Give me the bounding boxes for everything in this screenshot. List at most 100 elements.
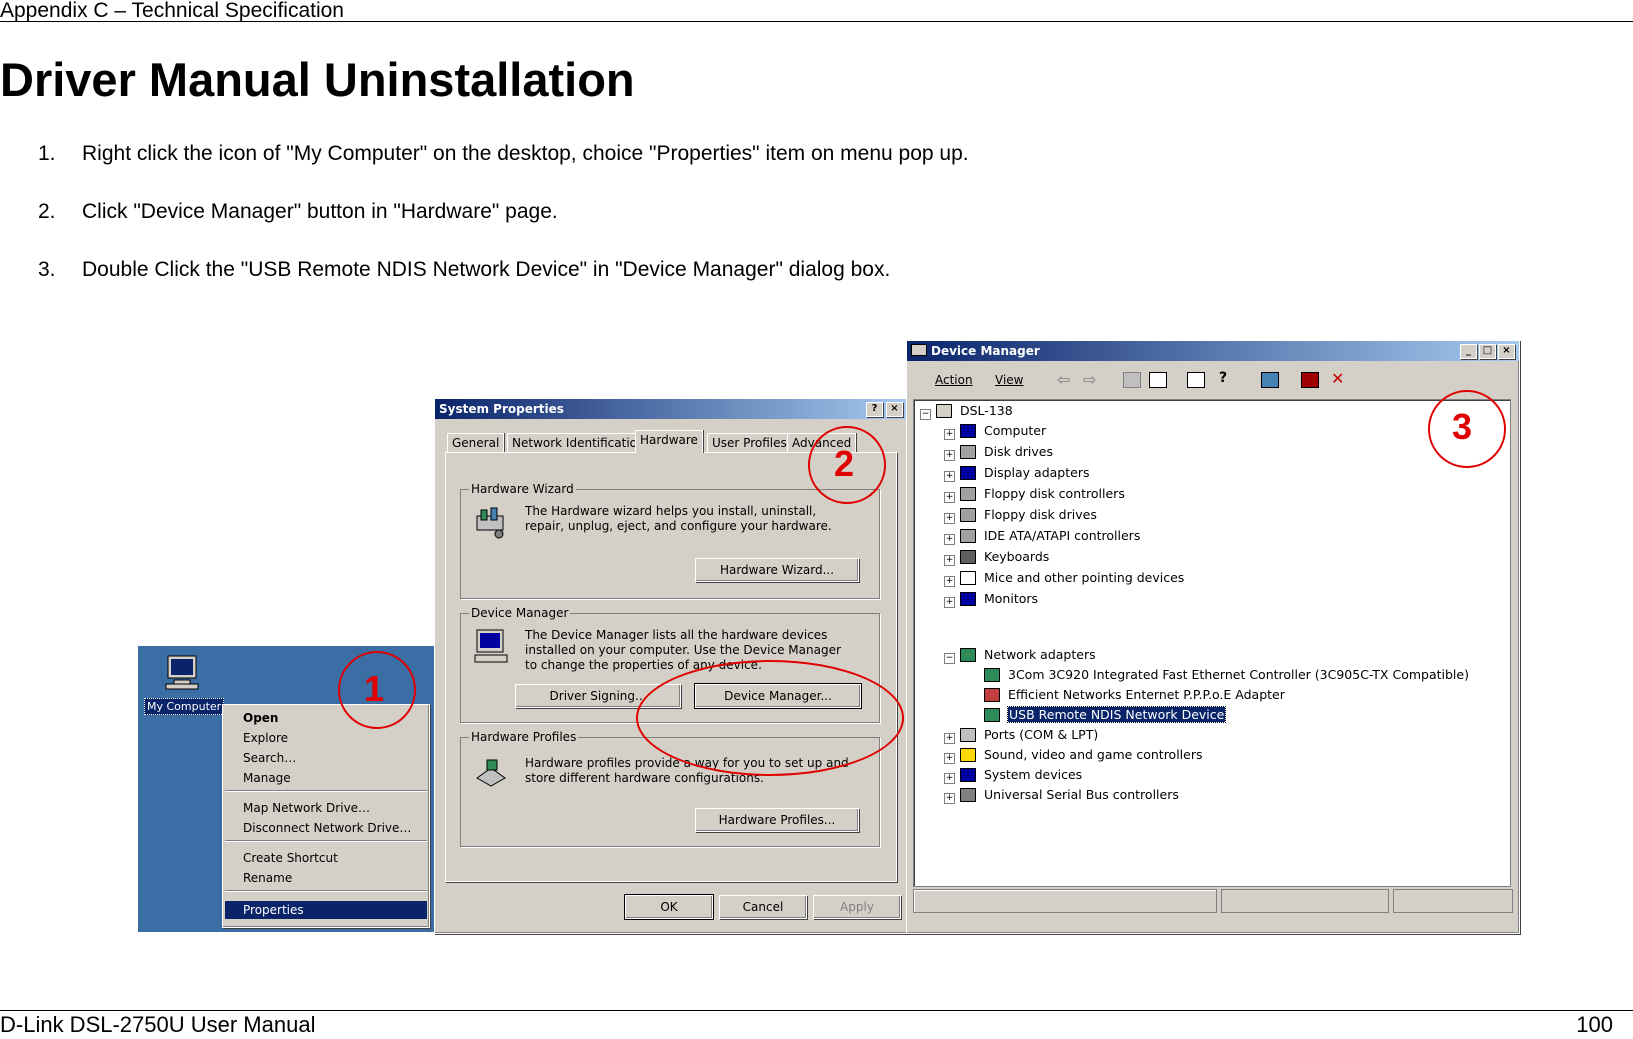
expand-icon[interactable]: + <box>944 471 955 482</box>
expand-icon[interactable]: + <box>944 429 955 440</box>
close-icon[interactable]: × <box>886 402 903 417</box>
status-bar <box>913 889 1513 913</box>
device-category-icon <box>960 728 976 742</box>
hardware-profiles-label: Hardware Profiles <box>469 730 579 744</box>
status-panel <box>913 889 1217 913</box>
expand-icon[interactable]: + <box>944 534 955 545</box>
menu-item-rename[interactable]: Rename <box>243 869 292 887</box>
tree-item[interactable]: Keyboards <box>984 548 1049 566</box>
step-1-text: Right click the icon of "My Computer" on… <box>82 142 969 165</box>
menu-item-map-network-drive[interactable]: Map Network Drive… <box>243 799 370 817</box>
step-1-number: 1. <box>38 142 56 165</box>
help-icon[interactable]: ? <box>1219 370 1227 386</box>
expand-icon[interactable]: + <box>944 492 955 503</box>
computer-icon <box>473 628 509 667</box>
my-computer-icon[interactable] <box>162 654 202 690</box>
scan-icon[interactable] <box>1261 372 1279 388</box>
menu-item-disconnect-network-drive[interactable]: Disconnect Network Drive… <box>243 819 411 837</box>
tree-item[interactable]: Display adapters <box>984 464 1089 482</box>
apply-button[interactable]: Apply <box>813 895 901 919</box>
tree-item-network-adapters[interactable]: Network adapters <box>984 646 1096 664</box>
expand-icon[interactable]: + <box>944 773 955 784</box>
tree-item[interactable]: Sound, video and game controllers <box>984 746 1203 764</box>
tree-item[interactable]: IDE ATA/ATAPI controllers <box>984 527 1140 545</box>
folder-icon[interactable] <box>1123 372 1141 388</box>
context-menu: Open Explore Search… Manage Map Network … <box>222 704 430 928</box>
collapse-icon[interactable]: − <box>944 653 955 664</box>
menu-item-properties[interactable]: Properties <box>225 901 427 919</box>
step-1: 1. Right click the icon of "My Computer" … <box>38 142 969 166</box>
hardware-wizard-group: Hardware Wizard The Hardware wizard help… <box>460 482 880 599</box>
hardware-profiles-icon <box>473 758 509 791</box>
tab-network-identification[interactable]: Network Identification <box>507 433 650 452</box>
hardware-profiles-button[interactable]: Hardware Profiles... <box>695 808 859 832</box>
tree-item[interactable]: Floppy disk controllers <box>984 485 1125 503</box>
expand-icon[interactable]: + <box>944 555 955 566</box>
device-category-icon <box>960 424 976 438</box>
menu-item-create-shortcut[interactable]: Create Shortcut <box>243 849 338 867</box>
device-tree: − DSL-138 + Computer + Disk drives + Display … <box>913 399 1511 887</box>
device-category-icon <box>960 529 976 543</box>
expand-icon[interactable]: + <box>944 733 955 744</box>
device-category-icon <box>960 788 976 802</box>
expand-icon[interactable]: + <box>944 597 955 608</box>
tree-root[interactable]: DSL-138 <box>960 402 1013 420</box>
my-computer-label: My Computer <box>144 698 225 715</box>
forward-icon[interactable]: ⇨ <box>1083 370 1096 389</box>
properties-icon[interactable] <box>1187 372 1205 388</box>
step-2-number: 2. <box>38 200 56 223</box>
computer-manage-icon <box>911 344 927 356</box>
tree-item[interactable]: Ports (COM & LPT) <box>984 726 1098 744</box>
back-icon[interactable]: ⇦ <box>1057 370 1070 389</box>
status-panel <box>1221 889 1389 913</box>
minimize-icon[interactable]: _ <box>1460 344 1477 359</box>
network-adapter-icon <box>960 648 976 662</box>
tree-item-3com-controller[interactable]: 3Com 3C920 Integrated Fast Ethernet Cont… <box>1008 666 1469 684</box>
tab-hardware[interactable]: Hardware <box>635 430 703 453</box>
close-icon[interactable]: × <box>1498 344 1515 359</box>
disable-device-icon[interactable] <box>1301 372 1319 388</box>
collapse-icon[interactable]: − <box>920 409 931 420</box>
tree-item[interactable]: System devices <box>984 766 1082 784</box>
ok-button[interactable]: OK <box>624 894 714 920</box>
help-icon[interactable]: ? <box>866 402 883 417</box>
expand-icon[interactable]: + <box>944 793 955 804</box>
expand-icon[interactable]: + <box>944 513 955 524</box>
tree-item[interactable]: Monitors <box>984 590 1038 608</box>
tab-user-profiles[interactable]: User Profiles <box>707 433 792 452</box>
page-number: 100 <box>1576 1012 1613 1037</box>
expand-icon[interactable]: + <box>944 576 955 587</box>
hardware-wizard-button[interactable]: Hardware Wizard... <box>695 558 859 582</box>
network-card-icon <box>984 688 1000 702</box>
menu-item-explore[interactable]: Explore <box>243 729 288 747</box>
device-manager-titlebar: Device Manager _ □ × <box>907 341 1519 361</box>
tree-item[interactable]: Disk drives <box>984 443 1053 461</box>
tab-general[interactable]: General <box>447 433 505 452</box>
menu-separator <box>225 890 427 892</box>
menu-view[interactable]: View <box>995 373 1023 387</box>
menu-item-search[interactable]: Search… <box>243 749 296 767</box>
menu-separator <box>225 790 427 792</box>
computer-icon <box>936 404 952 418</box>
callout-label-3: 3 <box>1452 406 1473 447</box>
menu-action[interactable]: Action <box>935 373 973 387</box>
menu-item-manage[interactable]: Manage <box>243 769 291 787</box>
device-manager-button-highlight <box>636 660 904 776</box>
device-category-icon <box>960 748 976 762</box>
maximize-icon[interactable]: □ <box>1479 344 1496 359</box>
tree-item-efficient-networks-adapter[interactable]: Efficient Networks Enternet P.P.P.o.E Ad… <box>1008 686 1285 704</box>
cancel-button[interactable]: Cancel <box>719 895 807 919</box>
step-2: 2. Click "Device Manager" button in "Hard… <box>38 200 558 224</box>
tree-item[interactable]: Universal Serial Bus controllers <box>984 786 1179 804</box>
expand-icon[interactable]: + <box>944 753 955 764</box>
tree-item[interactable]: Floppy disk drives <box>984 506 1097 524</box>
expand-icon[interactable]: + <box>944 450 955 461</box>
footer-manual-title: D-Link DSL-2750U User Manual <box>0 1012 316 1037</box>
callout-label-2: 2 <box>834 443 855 484</box>
menu-item-open[interactable]: Open <box>243 709 278 727</box>
tree-item-usb-remote-ndis[interactable]: USB Remote NDIS Network Device <box>1006 706 1227 724</box>
tree-item[interactable]: Computer <box>984 422 1046 440</box>
uninstall-icon[interactable]: ✕ <box>1331 369 1344 388</box>
tree-item[interactable]: Mice and other pointing devices <box>984 569 1184 587</box>
show-hide-tree-icon[interactable] <box>1149 372 1167 388</box>
